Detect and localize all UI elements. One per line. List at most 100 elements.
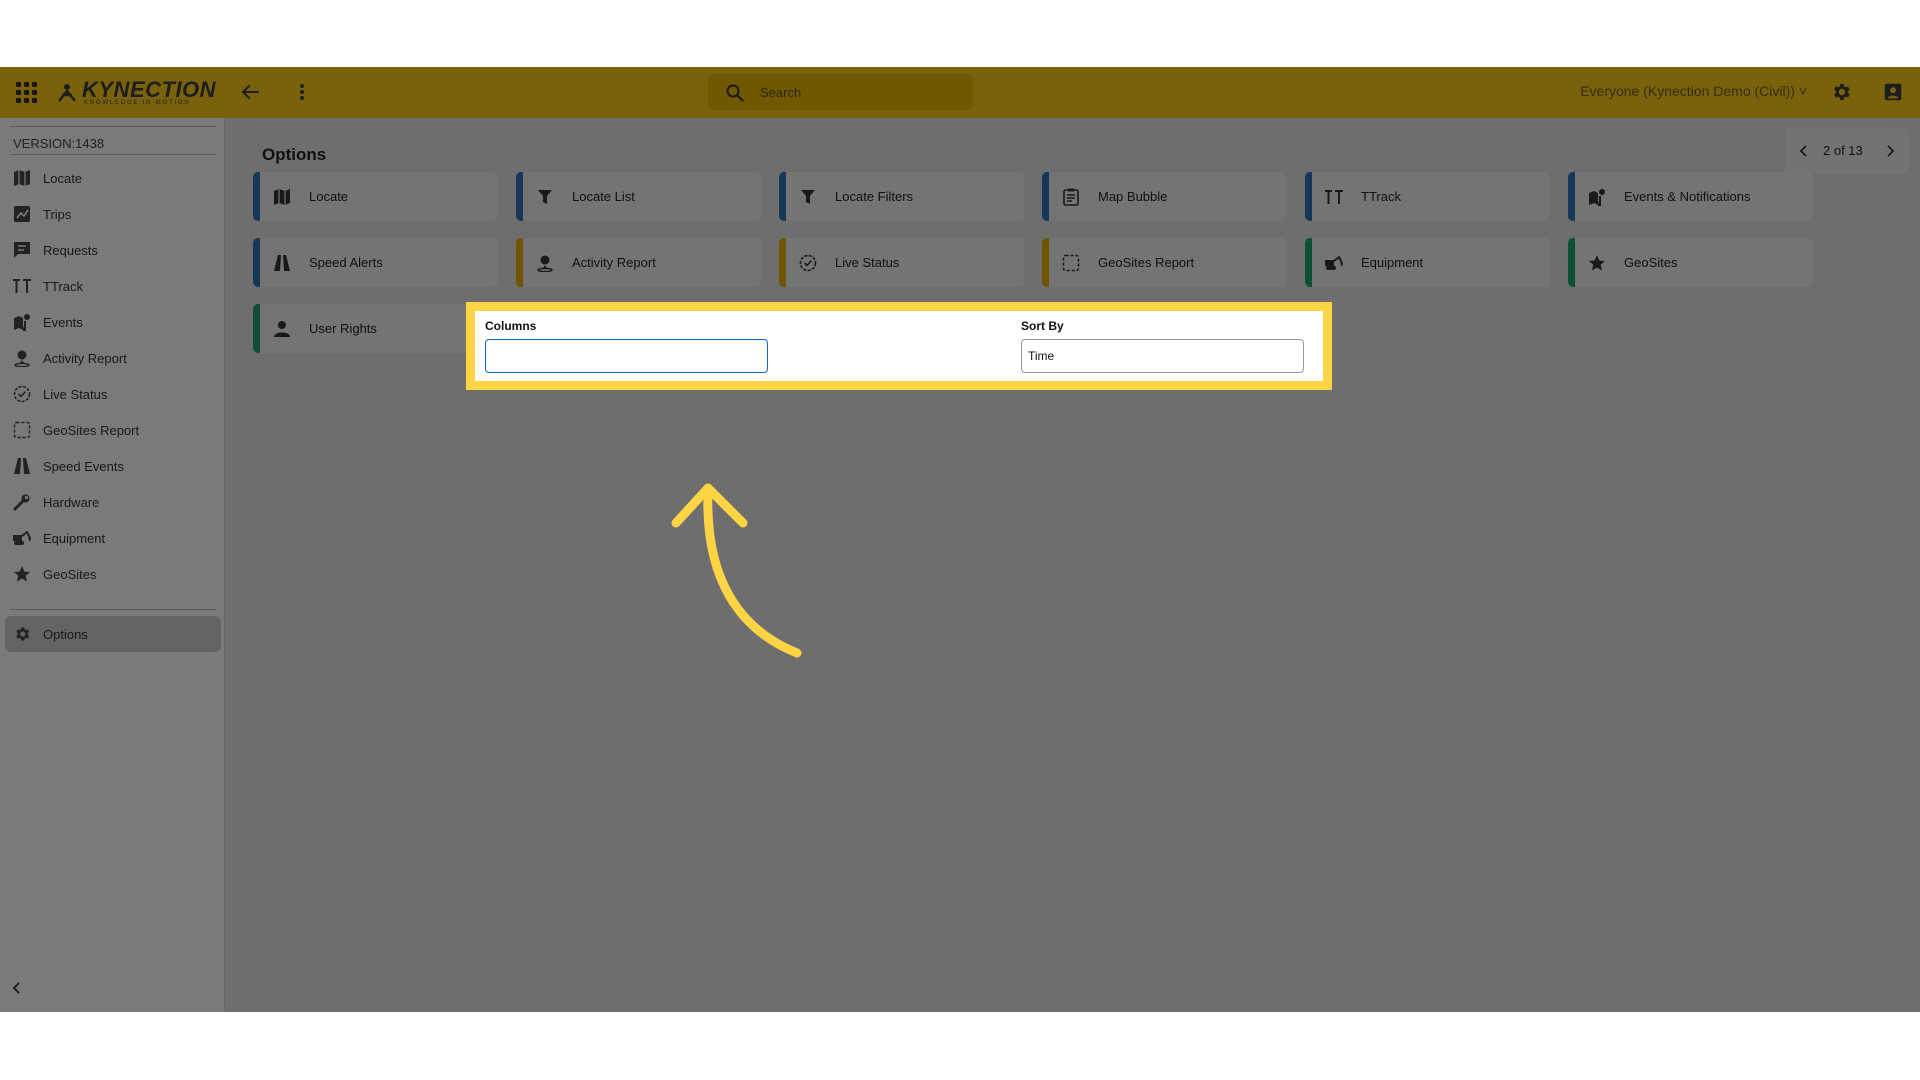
columns-input[interactable] [485, 339, 768, 373]
sidebar-item-label: Live Status [43, 386, 108, 402]
search-icon [726, 84, 744, 102]
account-box-icon[interactable] [1882, 81, 1904, 103]
sidebar-item-label: Equipment [43, 530, 106, 546]
option-card-equipment[interactable]: Equipment [1305, 238, 1550, 287]
option-card-map-bubble[interactable]: Map Bubble [1042, 172, 1287, 221]
sidebar-item-label: GeoSites Report [43, 422, 140, 438]
kynection-logo[interactable]: KYNECTION KNOWLEDGE IN MOTION [56, 75, 216, 109]
option-card-activity-report[interactable]: Activity Report [516, 238, 761, 287]
sidebar-item-events[interactable]: Events [0, 304, 225, 340]
sort-by-select[interactable]: Time [1021, 339, 1304, 373]
back-arrow-icon[interactable] [238, 79, 264, 105]
sidebar-divider [10, 154, 216, 155]
card-label: Live Status [835, 255, 900, 270]
sidebar-item-live-status[interactable]: Live Status [0, 376, 225, 412]
option-card-live-status[interactable]: Live Status [779, 238, 1024, 287]
card-label: TTrack [1361, 189, 1401, 204]
page-title: Options [262, 145, 327, 164]
content-divider [253, 124, 1893, 125]
filter-icon [535, 187, 555, 207]
sidebar-divider [10, 609, 216, 610]
sidebar-item-label: Activity Report [43, 350, 127, 366]
card-label: Speed Alerts [309, 255, 383, 270]
search-box[interactable] [708, 74, 973, 110]
chevron-left-icon[interactable] [1795, 142, 1813, 160]
option-card-events-notifications[interactable]: Events & Notifications [1568, 172, 1813, 221]
person-icon [272, 319, 292, 339]
option-card-user-rights[interactable]: User Rights [253, 304, 498, 353]
road-icon [272, 253, 292, 273]
events-icon [12, 312, 32, 332]
ttrack-icon [1324, 187, 1344, 207]
gear-icon [12, 624, 32, 644]
sidebar-item-trips[interactable]: Trips [0, 196, 225, 232]
option-card-locate-filters[interactable]: Locate Filters [779, 172, 1024, 221]
top-bar: KYNECTION KNOWLEDGE IN MOTION Everyone (… [0, 67, 1920, 118]
requests-icon [12, 240, 32, 260]
map-icon [272, 187, 292, 207]
account-selector[interactable]: Everyone (Kynection Demo (Civil)) ˅ [1580, 83, 1807, 99]
highlighted-form-panel: Columns Sort By Time [466, 302, 1332, 390]
app-window: KYNECTION KNOWLEDGE IN MOTION Everyone (… [0, 67, 1920, 1012]
pagination: 2 of 13 [1785, 128, 1909, 174]
option-card-speed-alerts[interactable]: Speed Alerts [253, 238, 498, 287]
check-circle-icon [12, 384, 32, 404]
option-card-geosites[interactable]: GeoSites [1568, 238, 1813, 287]
sidebar-item-hardware[interactable]: Hardware [0, 484, 225, 520]
clipboard-icon [1061, 187, 1081, 207]
sidebar-item-label: Locate [43, 170, 83, 186]
sidebar-divider [10, 126, 216, 127]
sidebar-item-label: TTrack [43, 278, 83, 294]
road-icon [12, 456, 32, 476]
card-label: Events & Notifications [1624, 189, 1751, 204]
person-pin-icon [12, 348, 32, 368]
option-card-geosites-report[interactable]: GeoSites Report [1042, 238, 1287, 287]
sidebar-item-speed-events[interactable]: Speed Events [0, 448, 225, 484]
sort-by-value: Time [1028, 349, 1055, 363]
sidebar-item-activity-report[interactable]: Activity Report [0, 340, 225, 376]
card-label: Locate Filters [835, 189, 914, 204]
search-input[interactable] [760, 82, 960, 102]
collapse-sidebar-button[interactable] [4, 975, 30, 1001]
columns-label: Columns [485, 319, 537, 333]
version-label: VERSION:1438 [13, 136, 105, 151]
option-card-ttrack[interactable]: TTrack [1305, 172, 1550, 221]
check-circle-icon [798, 253, 818, 273]
person-pin-icon [535, 253, 555, 273]
option-card-locate[interactable]: Locate [253, 172, 498, 221]
sidebar-item-label: Requests [43, 242, 98, 258]
logo-mark-icon [58, 84, 76, 102]
excavator-icon [12, 528, 32, 548]
sidebar-item-requests[interactable]: Requests [0, 232, 225, 268]
settings-gear-icon[interactable] [1830, 81, 1852, 103]
sidebar-item-geosites[interactable]: GeoSites [0, 556, 225, 592]
option-card-locate-list[interactable]: Locate List [516, 172, 761, 221]
logo-tagline: KNOWLEDGE IN MOTION [84, 100, 191, 106]
chevron-right-icon[interactable] [1881, 142, 1899, 160]
sidebar-item-label: Hardware [43, 494, 100, 510]
sidebar-item-geosites-report[interactable]: GeoSites Report [0, 412, 225, 448]
card-label: GeoSites Report [1098, 255, 1195, 270]
sidebar-item-options[interactable]: Options [5, 616, 221, 652]
card-label: Locate [309, 189, 349, 204]
card-label: Map Bubble [1098, 189, 1168, 204]
events-icon [1587, 187, 1607, 207]
star-icon [1587, 253, 1607, 273]
trips-icon [12, 204, 32, 224]
dashed-square-icon [1061, 253, 1081, 273]
page-count: 2 of 13 [1823, 143, 1863, 158]
wrench-icon [12, 492, 32, 512]
chevron-left-icon [12, 982, 20, 994]
card-label: GeoSites [1624, 255, 1678, 270]
sidebar-item-equipment[interactable]: Equipment [0, 520, 225, 556]
more-vert-icon[interactable] [292, 79, 312, 105]
sidebar-item-label: Speed Events [43, 458, 124, 474]
main-content: Options 2 of 13 Locate Locate List Locat… [225, 118, 1920, 1012]
ttrack-icon [12, 276, 32, 296]
star-icon [12, 564, 32, 584]
sidebar-item-ttrack[interactable]: TTrack [0, 268, 225, 304]
sidebar-item-locate[interactable]: Locate [0, 160, 225, 196]
sidebar-item-label: Events [43, 314, 83, 330]
apps-grid-icon[interactable] [16, 82, 37, 103]
card-label: Equipment [1361, 255, 1424, 270]
